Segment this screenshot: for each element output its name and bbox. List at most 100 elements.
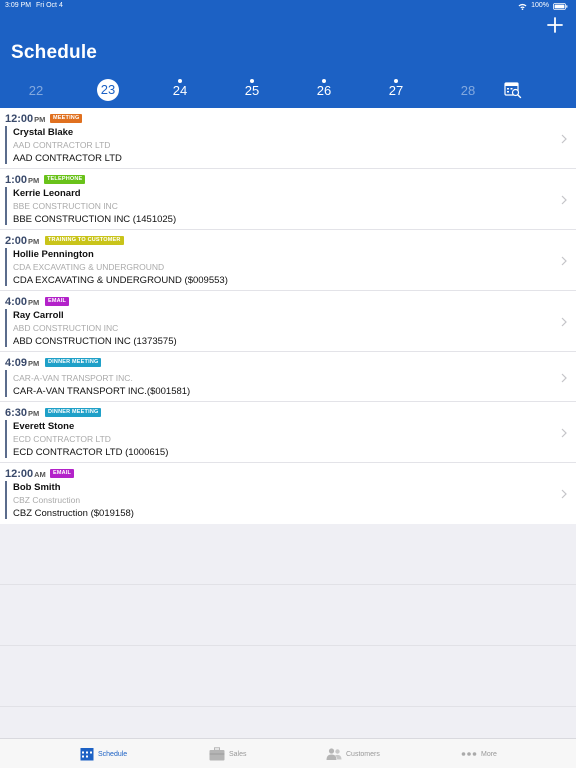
accent-bar (5, 126, 7, 164)
header: 3:09 PM Fri Oct 4 100% Schedule 22 23 24… (0, 0, 576, 108)
date-item[interactable]: 26 (309, 76, 339, 106)
appointment-list: 12:00PM MEETING Crystal Blake AAD CONTRA… (0, 108, 576, 524)
calendar-search-icon (504, 82, 522, 99)
appointment-row[interactable]: 4:09PM DINNER MEETING CAR-A-VAN TRANSPOR… (0, 352, 576, 402)
type-badge: MEETING (50, 114, 83, 123)
type-badge: TELEPHONE (44, 175, 86, 184)
accent-bar (5, 187, 7, 225)
account-name: AAD CONTRACTOR LTD (13, 153, 122, 164)
tab-label: Schedule (98, 750, 128, 758)
date-strip: 22 23 24 25 26 27 28 (0, 76, 576, 106)
chevron-right-icon (561, 373, 567, 383)
appointment-time: 6:30PM (5, 407, 40, 419)
date-label: 22 (28, 83, 44, 98)
type-badge: TRAINING TO CUSTOMER (45, 236, 124, 245)
tab-label: Sales (229, 750, 247, 758)
more-dots-icon (461, 752, 477, 756)
type-badge: DINNER MEETING (45, 408, 102, 417)
battery-icon (553, 2, 568, 10)
appointment-time: 4:09PM (5, 357, 40, 369)
page-title: Schedule (11, 42, 98, 63)
contact-name: Crystal Blake (13, 127, 74, 138)
empty-separator (0, 645, 576, 646)
appointment-time: 12:00AM (5, 468, 46, 480)
status-right: 100% (518, 0, 568, 12)
calendar-search-button[interactable] (504, 81, 522, 99)
appointment-row[interactable]: 2:00PM TRAINING TO CUSTOMER Hollie Penni… (0, 230, 576, 291)
company-name: CBZ Construction (13, 495, 81, 505)
account-name: ABD CONSTRUCTION INC (1373575) (13, 336, 177, 347)
appointment-time: 12:00PM (5, 113, 46, 125)
chevron-right-icon (561, 489, 567, 499)
contact-name: Ray Carroll (13, 310, 64, 321)
chevron-right-icon (561, 256, 567, 266)
status-date: Fri Oct 4 (36, 2, 63, 9)
company-name: AAD CONTRACTOR LTD (13, 140, 111, 150)
tab-bar: Schedule Sales Customers More (0, 738, 576, 768)
tab-schedule[interactable]: Schedule (80, 745, 127, 763)
briefcase-icon (209, 747, 225, 761)
battery-percent: 100% (531, 2, 549, 9)
date-label: 25 (244, 83, 260, 98)
accent-bar (5, 481, 7, 519)
tab-customers[interactable]: Customers (326, 745, 380, 763)
chevron-right-icon (561, 195, 567, 205)
chevron-right-icon (561, 317, 567, 327)
empty-separator (0, 584, 576, 585)
company-name: ABD CONSTRUCTION INC (13, 323, 119, 333)
company-name: CAR-A-VAN TRANSPORT INC. (13, 373, 133, 383)
account-name: BBE CONSTRUCTION INC (1451025) (13, 214, 177, 225)
account-name: ECD CONTRACTOR LTD (1000615) (13, 447, 169, 458)
type-badge: DINNER MEETING (45, 358, 102, 367)
account-name: CAR-A-VAN TRANSPORT INC.($001581) (13, 386, 191, 397)
calendar-icon (80, 748, 94, 761)
appointment-time: 1:00PM (5, 174, 40, 186)
contact-name: Everett Stone (13, 421, 75, 432)
add-button[interactable] (544, 14, 566, 36)
company-name: BBE CONSTRUCTION INC (13, 201, 118, 211)
people-icon (326, 748, 342, 760)
type-badge: EMAIL (50, 469, 75, 478)
app-root: 3:09 PM Fri Oct 4 100% Schedule 22 23 24… (0, 0, 576, 768)
tab-label: More (481, 750, 497, 758)
contact-name: Hollie Pennington (13, 249, 94, 260)
appointment-row[interactable]: 6:30PM DINNER MEETING Everett Stone ECD … (0, 402, 576, 463)
chevron-right-icon (561, 134, 567, 144)
contact-name: Bob Smith (13, 482, 61, 493)
empty-separator (0, 706, 576, 707)
date-item[interactable]: 22 (21, 76, 51, 106)
appointment-row[interactable]: 1:00PM TELEPHONE Kerrie Leonard BBE CONS… (0, 169, 576, 230)
tab-label: Customers (346, 750, 380, 758)
date-item[interactable]: 25 (237, 76, 267, 106)
company-name: CDA EXCAVATING & UNDERGROUND (13, 262, 165, 272)
contact-name: Kerrie Leonard (13, 188, 81, 199)
appointment-row[interactable]: 12:00AM EMAIL Bob Smith CBZ Construction… (0, 463, 576, 524)
status-time: 3:09 PM (5, 2, 32, 9)
accent-bar (5, 370, 7, 397)
accent-bar (5, 420, 7, 458)
plus-icon (547, 17, 563, 33)
appointment-time: 2:00PM (5, 235, 40, 247)
wifi-icon (518, 3, 527, 10)
date-label: 27 (388, 83, 404, 98)
date-item[interactable]: 24 (165, 76, 195, 106)
tab-more[interactable]: More (461, 745, 497, 763)
account-name: CDA EXCAVATING & UNDERGROUND ($009553) (13, 275, 228, 286)
type-badge: EMAIL (45, 297, 70, 306)
company-name: ECD CONTRACTOR LTD (13, 434, 111, 444)
date-label: 28 (460, 83, 476, 98)
date-label: 26 (316, 83, 332, 98)
account-name: CBZ Construction ($019158) (13, 508, 134, 519)
date-item[interactable]: 27 (381, 76, 411, 106)
appointment-row[interactable]: 4:00PM EMAIL Ray Carroll ABD CONSTRUCTIO… (0, 291, 576, 352)
date-item[interactable]: 28 (453, 76, 483, 106)
status-bar: 3:09 PM Fri Oct 4 100% (0, 0, 576, 12)
chevron-right-icon (561, 428, 567, 438)
accent-bar (5, 309, 7, 347)
date-item-selected[interactable]: 23 (93, 76, 123, 106)
tab-sales[interactable]: Sales (209, 745, 247, 763)
date-label: 23 (100, 82, 116, 97)
date-label: 24 (172, 83, 188, 98)
appointment-row[interactable]: 12:00PM MEETING Crystal Blake AAD CONTRA… (0, 108, 576, 169)
accent-bar (5, 248, 7, 286)
